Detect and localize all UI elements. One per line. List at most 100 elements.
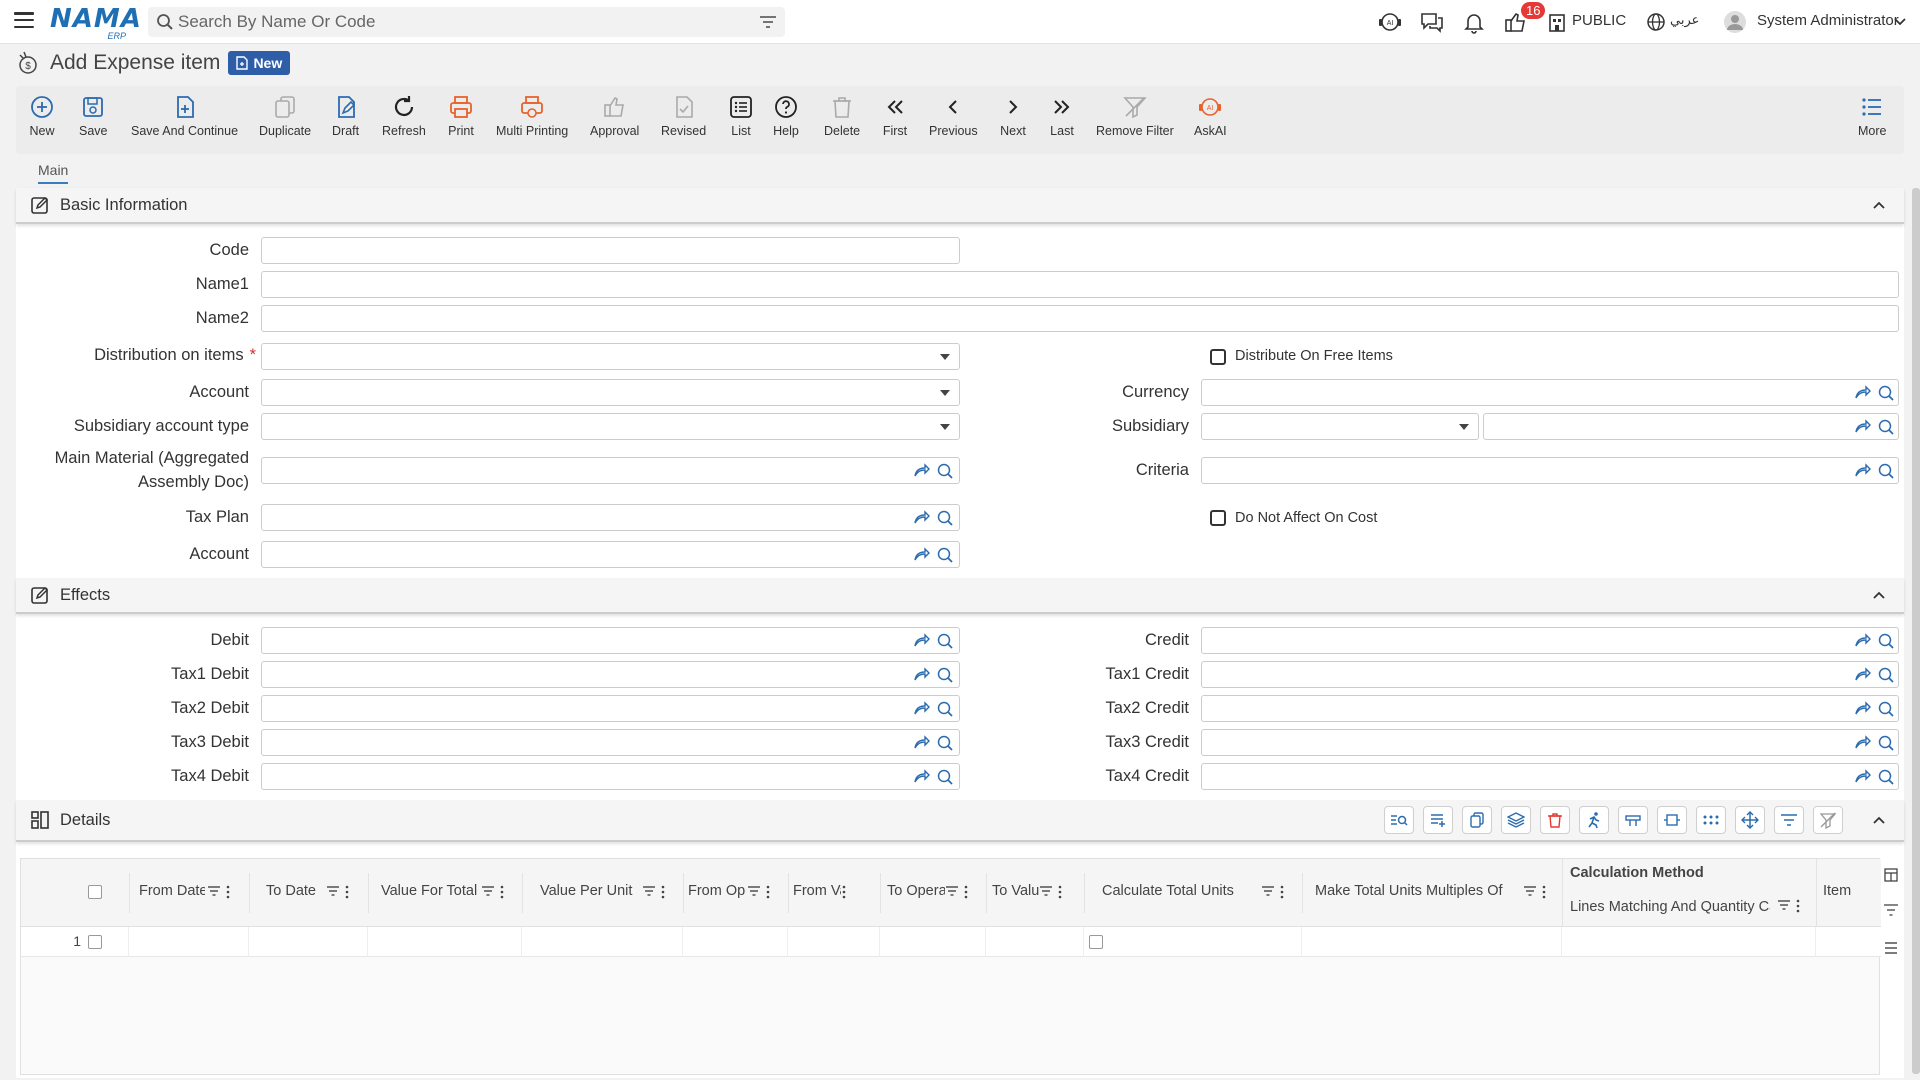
kebab-menu-icon[interactable] (1795, 899, 1801, 913)
branch-label[interactable]: PUBLIC (1572, 12, 1626, 29)
more-button[interactable]: More (1858, 94, 1886, 150)
tax2-credit-field[interactable] (1201, 695, 1899, 722)
main-material-input[interactable] (261, 457, 960, 484)
column-menu[interactable] (207, 885, 231, 899)
run-button[interactable] (1579, 806, 1609, 834)
lookup-search-icon[interactable] (936, 546, 954, 564)
dropdown-caret-icon[interactable] (940, 424, 950, 430)
filter-panel-icon[interactable] (1883, 903, 1899, 917)
lookup-search-icon[interactable] (936, 666, 954, 684)
row-cell-from-value[interactable] (788, 927, 880, 957)
filter-icon[interactable] (759, 14, 777, 30)
open-link-icon[interactable] (1853, 418, 1871, 434)
open-link-icon[interactable] (1853, 734, 1871, 750)
main-material-field[interactable] (261, 457, 960, 484)
open-link-icon[interactable] (1853, 666, 1871, 682)
filter-icon[interactable] (642, 885, 656, 897)
tax3-credit-field[interactable] (1201, 729, 1899, 756)
lookup-search-icon[interactable] (1877, 768, 1895, 786)
kebab-menu-icon[interactable] (841, 885, 847, 899)
tax2-debit-field[interactable] (261, 695, 960, 722)
tax4-debit-input[interactable] (261, 763, 960, 790)
subsidiary-input[interactable] (1201, 413, 1479, 440)
open-link-icon[interactable] (1853, 462, 1871, 478)
tax3-debit-input[interactable] (261, 729, 960, 756)
distribution-input[interactable] (261, 343, 960, 370)
criteria-field[interactable] (1201, 457, 1899, 484)
chat-icon[interactable] (1419, 10, 1445, 34)
column-menu[interactable] (326, 885, 350, 899)
add-row-button[interactable] (1423, 806, 1453, 834)
tax-plan-input[interactable] (261, 504, 960, 531)
globe-icon[interactable] (1645, 10, 1667, 34)
tax4-credit-field[interactable] (1201, 763, 1899, 790)
column-header-to-date[interactable]: To Date (266, 883, 326, 899)
tax1-credit-input[interactable] (1201, 661, 1899, 688)
dropdown-caret-icon[interactable] (1459, 424, 1469, 430)
vertical-scrollbar[interactable] (1912, 188, 1920, 1074)
copy-rows-button[interactable] (1462, 806, 1492, 834)
delete-button[interactable]: Delete (824, 94, 860, 150)
debit-field[interactable] (261, 627, 960, 654)
subsidiary-select[interactable] (1201, 413, 1479, 440)
open-link-icon[interactable] (912, 734, 930, 750)
insert-row-button[interactable] (1618, 806, 1648, 834)
row-cell-to-operation[interactable] (880, 927, 986, 957)
select-all-checkbox[interactable] (88, 885, 102, 899)
subsidiary-type-select[interactable] (261, 413, 960, 440)
kebab-menu-icon[interactable] (225, 885, 231, 899)
currency-input[interactable] (1201, 379, 1899, 406)
name1-input[interactable] (261, 271, 1899, 298)
open-link-icon[interactable] (1853, 768, 1871, 784)
subsidiary-lookup-field[interactable] (1483, 413, 1899, 440)
account2-field[interactable] (261, 541, 960, 568)
column-header-lines-matching[interactable]: Lines Matching And Quantity Calc (1570, 899, 1770, 915)
search-icon[interactable] (156, 13, 174, 31)
details-header[interactable]: Details (16, 800, 1904, 842)
list-button[interactable]: List (728, 94, 754, 150)
column-header-value-for-total[interactable]: Value For Total (381, 883, 491, 899)
row-cell-value-per-unit[interactable] (522, 927, 683, 957)
row-cell-lines-matching[interactable] (1562, 927, 1816, 957)
kebab-menu-icon[interactable] (765, 885, 771, 899)
approval-button[interactable]: Approval (590, 94, 639, 150)
row-cell-calculate-total-units[interactable] (1084, 927, 1302, 957)
new-button[interactable]: New (29, 94, 55, 150)
tax3-credit-input[interactable] (1201, 729, 1899, 756)
user-avatar-icon[interactable] (1722, 10, 1748, 34)
lookup-search-icon[interactable] (936, 632, 954, 650)
lookup-search-icon[interactable] (936, 462, 954, 480)
kebab-menu-icon[interactable] (499, 885, 505, 899)
ai-assistant-icon[interactable]: AI (1377, 10, 1403, 34)
open-link-icon[interactable] (912, 700, 930, 716)
column-menu[interactable] (747, 885, 771, 899)
chevron-up-icon[interactable] (1872, 590, 1886, 600)
column-menu[interactable] (642, 885, 666, 899)
grid-search-button[interactable] (1384, 806, 1414, 834)
askai-button[interactable]: AI AskAI (1194, 94, 1227, 150)
lookup-search-icon[interactable] (1877, 384, 1895, 402)
last-button[interactable]: Last (1049, 94, 1075, 150)
next-button[interactable]: Next (1000, 94, 1026, 150)
column-menu[interactable] (841, 885, 847, 899)
account2-input[interactable] (261, 541, 960, 568)
tax-plan-field[interactable] (261, 504, 960, 531)
tax4-credit-input[interactable] (1201, 763, 1899, 790)
filter-icon[interactable] (1777, 899, 1791, 911)
open-link-icon[interactable] (912, 632, 930, 648)
logo[interactable]: NAMA ERP (50, 5, 141, 41)
search-input[interactable] (178, 12, 738, 32)
row-cell-from-operation[interactable] (683, 927, 788, 957)
tab-main[interactable]: Main (38, 162, 69, 184)
dropdown-caret-icon[interactable] (940, 390, 950, 396)
filter-icon[interactable] (207, 885, 221, 897)
dropdown-caret-icon[interactable] (940, 354, 950, 360)
subsidiary-type-input[interactable] (261, 413, 960, 440)
tax1-debit-field[interactable] (261, 661, 960, 688)
tax4-debit-field[interactable] (261, 763, 960, 790)
previous-button[interactable]: Previous (929, 94, 978, 150)
menu-icon[interactable] (14, 12, 34, 28)
first-button[interactable]: First (882, 94, 908, 150)
tax2-debit-input[interactable] (261, 695, 960, 722)
chevron-up-icon[interactable] (1872, 200, 1886, 210)
